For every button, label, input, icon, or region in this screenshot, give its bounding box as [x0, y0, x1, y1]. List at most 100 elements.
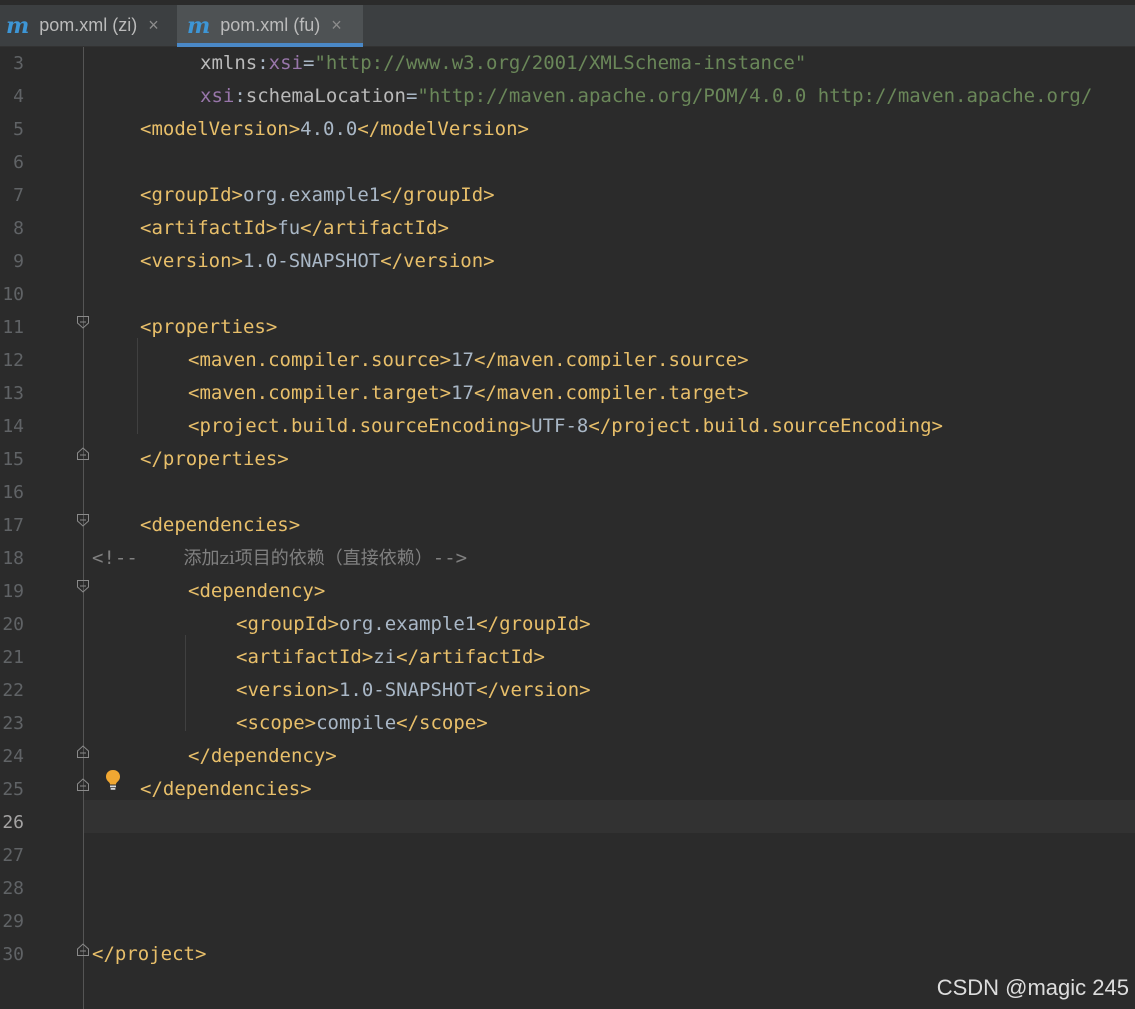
code-token: </dependencies>: [140, 778, 312, 800]
code-token: UTF-8: [531, 415, 589, 437]
code-token: <properties>: [140, 316, 278, 338]
line-number: 15: [2, 449, 24, 470]
code-token: </maven.compiler.source>: [474, 349, 749, 371]
code-line[interactable]: 7 <groupId>org.example1</groupId>: [0, 179, 1135, 212]
line-number: 24: [2, 746, 24, 767]
line-number: 14: [2, 416, 24, 437]
line-number: 19: [2, 581, 24, 602]
code-token: schemaLocation: [245, 85, 406, 107]
line-number: 27: [2, 845, 24, 866]
code-token: org.example1: [338, 613, 477, 635]
close-icon[interactable]: ×: [148, 15, 159, 36]
tab-pom-zi[interactable]: m pom.xml (zi) ×: [0, 5, 177, 46]
code-token: <maven.compiler.source>: [188, 349, 452, 371]
line-number: 18: [2, 548, 24, 569]
code-token: </version>: [380, 250, 495, 272]
code-line[interactable]: 12 <maven.compiler.source>17</maven.compi…: [0, 344, 1135, 377]
code-token: 添加zi项目的依赖（直接依赖）: [137, 548, 433, 569]
maven-m-icon: m: [187, 12, 211, 39]
code-line[interactable]: 28: [0, 872, 1135, 905]
code-line[interactable]: 24 </dependency>: [0, 740, 1135, 773]
code-token: "http://www.w3.org/2001/XMLSchema-instan…: [314, 52, 807, 74]
code-token: <version>: [140, 250, 243, 272]
code-line[interactable]: 30 </project>: [0, 938, 1135, 971]
code-line[interactable]: 21 <artifactId>zi</artifactId>: [0, 641, 1135, 674]
line-number: 22: [2, 680, 24, 701]
code-line[interactable]: 6: [0, 146, 1135, 179]
code-line[interactable]: 11 <properties>: [0, 311, 1135, 344]
code-line[interactable]: 29: [0, 905, 1135, 938]
code-line[interactable]: 26: [0, 806, 1135, 839]
line-number: 21: [2, 647, 24, 668]
tab-label: pom.xml (zi): [39, 15, 138, 35]
code-token: compile: [316, 712, 397, 734]
code-text: <maven.compiler.source>17</maven.compile…: [188, 344, 749, 377]
code-text: xmlns:xsi="http://www.w3.org/2001/XMLSch…: [200, 47, 806, 80]
code-token: zi: [373, 646, 397, 668]
tab-label: pom.xml (fu): [220, 15, 321, 35]
code-token: <scope>: [236, 712, 317, 734]
code-token: 1.0-SNAPSHOT: [242, 250, 381, 272]
line-number: 4: [13, 86, 24, 107]
code-text: <groupId>org.example1</groupId>: [140, 179, 495, 212]
code-token: :: [234, 85, 246, 107]
editor-tab-bar: m pom.xml (zi) × m pom.xml (fu) ×: [0, 0, 1135, 47]
code-line[interactable]: 14 <project.build.sourceEncoding>UTF-8</p…: [0, 410, 1135, 443]
code-token: <dependency>: [188, 580, 326, 602]
code-token: "http://maven.apache.org/POM/4.0.0 http:…: [417, 85, 1093, 107]
code-line[interactable]: 23 <scope>compile</scope>: [0, 707, 1135, 740]
tab-pom-fu[interactable]: m pom.xml (fu) ×: [177, 5, 363, 47]
code-line[interactable]: 5 <modelVersion>4.0.0</modelVersion>: [0, 113, 1135, 146]
code-line[interactable]: 25 </dependencies>: [0, 773, 1135, 806]
csdn-watermark: CSDN @magic 245: [936, 975, 1129, 1000]
code-text: <properties>: [140, 311, 277, 344]
code-line[interactable]: 17 <dependencies>: [0, 509, 1135, 542]
code-line[interactable]: 18 <!-- 添加zi项目的依赖（直接依赖）-->: [0, 542, 1135, 575]
code-line[interactable]: 22 <version>1.0-SNAPSHOT</version>: [0, 674, 1135, 707]
code-line[interactable]: 20 <groupId>org.example1</groupId>: [0, 608, 1135, 641]
line-number: 8: [13, 218, 24, 239]
code-token: =: [405, 85, 418, 107]
code-line[interactable]: 16: [0, 476, 1135, 509]
code-text: </properties>: [140, 443, 289, 476]
code-line[interactable]: 10: [0, 278, 1135, 311]
code-line[interactable]: 13 <maven.compiler.target>17</maven.compi…: [0, 377, 1135, 410]
line-number: 3: [13, 53, 24, 74]
line-number: 11: [2, 317, 24, 338]
code-text: </dependency>: [188, 740, 337, 773]
line-number: 20: [2, 614, 24, 635]
close-icon[interactable]: ×: [331, 15, 342, 36]
code-line[interactable]: 27: [0, 839, 1135, 872]
line-number: 6: [13, 152, 24, 173]
code-token: </modelVersion>: [357, 118, 529, 140]
line-number: 7: [13, 185, 24, 206]
code-text: <dependency>: [188, 575, 325, 608]
code-text: <dependencies>: [140, 509, 300, 542]
code-token: </artifactId>: [300, 217, 449, 239]
code-token: <groupId>: [236, 613, 339, 635]
code-line[interactable]: 3 xmlns:xsi="http://www.w3.org/2001/XMLSc…: [0, 47, 1135, 80]
code-token: </scope>: [396, 712, 488, 734]
line-number: 28: [2, 878, 24, 899]
code-line[interactable]: 8 <artifactId>fu</artifactId>: [0, 212, 1135, 245]
code-text: </dependencies>: [140, 773, 312, 806]
code-token: xmlns: [200, 52, 258, 74]
code-token: 17: [451, 382, 474, 404]
code-token: <!--: [92, 547, 138, 569]
line-number: 23: [2, 713, 24, 734]
code-token: <groupId>: [140, 184, 243, 206]
line-number: 25: [2, 779, 24, 800]
code-token: <version>: [236, 679, 339, 701]
code-editor[interactable]: 3 xmlns:xsi="http://www.w3.org/2001/XMLSc…: [0, 47, 1135, 1009]
code-line[interactable]: 4 xsi:schemaLocation="http://maven.apache…: [0, 80, 1135, 113]
code-token: :: [257, 52, 269, 74]
code-line[interactable]: 19 <dependency>: [0, 575, 1135, 608]
code-text: <scope>compile</scope>: [236, 707, 488, 740]
code-token: </version>: [476, 679, 591, 701]
code-token: </properties>: [140, 448, 289, 470]
code-line[interactable]: 9 <version>1.0-SNAPSHOT</version>: [0, 245, 1135, 278]
line-number: 29: [2, 911, 24, 932]
code-text: <modelVersion>4.0.0</modelVersion>: [140, 113, 529, 146]
code-token: xsi: [268, 52, 303, 74]
code-line[interactable]: 15 </properties>: [0, 443, 1135, 476]
